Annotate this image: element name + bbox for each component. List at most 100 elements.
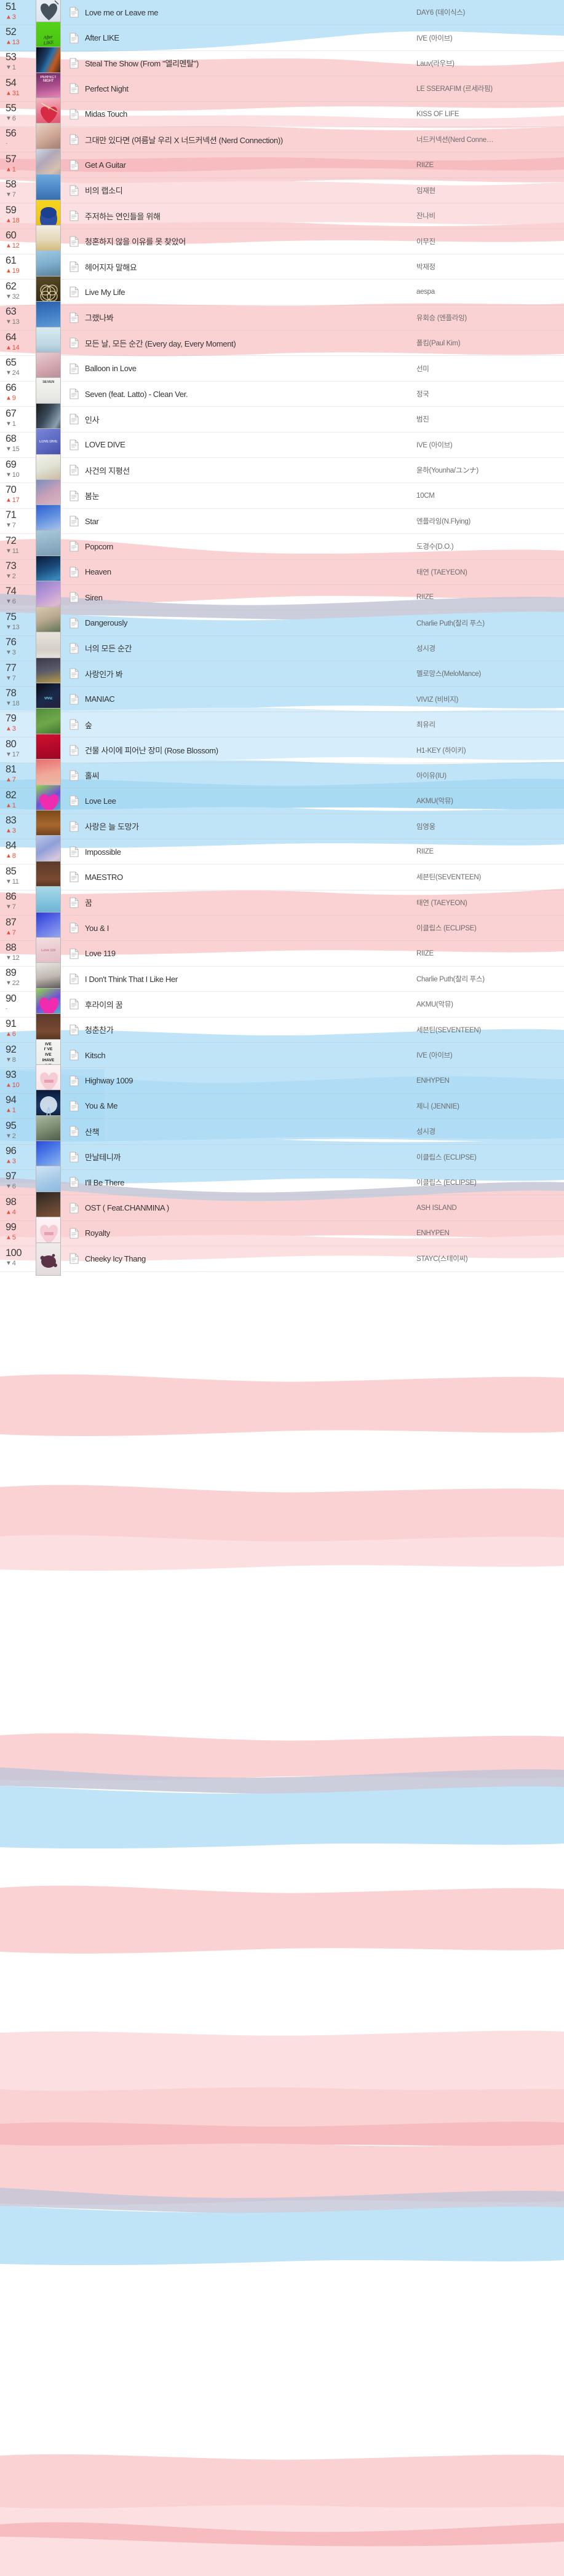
song-info-icon-cell[interactable]: [63, 694, 85, 705]
artist-name[interactable]: 박재정: [416, 262, 564, 272]
table-row[interactable]: 70 ▲17 봄눈 10CM: [0, 479, 564, 512]
artist-name[interactable]: 태연 (TAEYEON): [416, 898, 564, 908]
song-title[interactable]: MANIAC: [85, 694, 416, 704]
artist-name[interactable]: 이클립스 (ECLIPSE): [416, 1152, 564, 1162]
song-title[interactable]: Live My Life: [85, 288, 416, 297]
table-row[interactable]: 76 ▼3 너의 모든 순간 성시경: [0, 632, 564, 666]
artist-name[interactable]: 선미: [416, 364, 564, 374]
song-title[interactable]: 비의 랩소디: [85, 184, 416, 196]
song-info-icon-cell[interactable]: [63, 1075, 85, 1086]
table-row[interactable]: 80 ▼17 건물 사이에 피어난 장미 (Rose Blossom) H1-KEY …: [0, 733, 564, 767]
table-row[interactable]: 91 ▲6 청춘찬가 세븐틴(SEVENTEEN): [0, 1013, 564, 1047]
table-row[interactable]: 53▼1ELEMENTALSteal The Show (From "엘리멘탈"…: [0, 47, 564, 80]
song-title[interactable]: Popcorn: [85, 542, 416, 551]
artist-name[interactable]: ENHYPEN: [416, 1230, 564, 1237]
artist-name[interactable]: 범진: [416, 414, 564, 424]
artist-name[interactable]: ASH ISLAND: [416, 1204, 564, 1212]
table-row[interactable]: 95 ▼2 산책 성시경: [0, 1115, 564, 1149]
table-row[interactable]: 67 ▼1 인사 범진: [0, 402, 564, 436]
song-info-icon-cell[interactable]: [63, 490, 85, 501]
song-title[interactable]: Steal The Show (From "엘리멘탈"): [85, 57, 416, 69]
song-info-icon-cell[interactable]: [63, 1101, 85, 1112]
artist-name[interactable]: 너드커넥션(Nerd Conne…: [416, 135, 564, 144]
song-title[interactable]: 사랑인가 봐: [85, 668, 416, 680]
song-title[interactable]: 숲: [85, 719, 416, 731]
table-row[interactable]: 60 ▲12 청혼하지 않을 이유를 못 찾았어 이무진: [0, 225, 564, 259]
table-row[interactable]: 69 ▼10 사건의 지평선 윤하(Younha/ユンナ): [0, 454, 564, 487]
artist-name[interactable]: IVE (아이브): [416, 33, 564, 43]
table-row[interactable]: 97 ▼6 I'll Be There 이클립스 (ECLIPSE): [0, 1166, 564, 1200]
song-title[interactable]: 사건의 지평선: [85, 465, 416, 476]
table-row[interactable]: 57 ▲1 Get A Guitar RIIZE: [0, 148, 564, 182]
song-info-icon-cell[interactable]: [63, 7, 85, 18]
artist-name[interactable]: RIIZE: [416, 162, 564, 169]
song-title[interactable]: Balloon in Love: [85, 364, 416, 373]
song-info-icon-cell[interactable]: [63, 83, 85, 94]
table-row[interactable]: 51▲3DAY6Love me or Leave meDAY6 (데이식스): [0, 0, 564, 29]
song-title[interactable]: I'll Be There: [85, 1178, 416, 1187]
artist-name[interactable]: 최유리: [416, 720, 564, 729]
table-row[interactable]: 93 ▲10 Highway 1009 ENHYPEN: [0, 1064, 564, 1098]
table-row[interactable]: 58 ▼7 비의 랩소디 임재현: [0, 174, 564, 208]
artist-name[interactable]: RIIZE: [416, 594, 564, 601]
song-title[interactable]: Heaven: [85, 567, 416, 576]
song-title[interactable]: 모든 날, 모든 순간 (Every day, Every Moment): [85, 337, 416, 349]
song-info-icon-cell[interactable]: [63, 567, 85, 578]
song-info-icon-cell[interactable]: [63, 770, 85, 781]
table-row[interactable]: 86 ▼7 꿈 태연 (TAEYEON): [0, 886, 564, 920]
song-info-icon-cell[interactable]: [63, 337, 85, 348]
song-info-icon-cell[interactable]: [63, 795, 85, 806]
song-info-icon-cell[interactable]: [63, 236, 85, 247]
artist-name[interactable]: 엔플라잉(N.Flying): [416, 516, 564, 526]
artist-name[interactable]: RIIZE: [416, 950, 564, 957]
song-info-icon-cell[interactable]: [63, 286, 85, 298]
artist-name[interactable]: DAY6 (데이식스): [416, 7, 564, 17]
artist-name[interactable]: VIVIZ (비비지): [416, 694, 564, 704]
table-row[interactable]: 89 ▼22 I Don't Think That I Like Her Charli…: [0, 962, 564, 996]
artist-name[interactable]: 이클립스 (ECLIPSE): [416, 923, 564, 933]
song-title[interactable]: Highway 1009: [85, 1076, 416, 1085]
artist-name[interactable]: ENHYPEN: [416, 1077, 564, 1085]
song-info-icon-cell[interactable]: [63, 134, 85, 145]
song-info-icon-cell[interactable]: [63, 185, 85, 196]
song-info-icon-cell[interactable]: [63, 58, 85, 69]
artist-name[interactable]: LE SSERAFIM (르세라핌): [416, 84, 564, 93]
album-art-cell[interactable]: [36, 1242, 63, 1276]
table-row[interactable]: 100 ▼4 Cheeky Icy Thang STAYC(스테이씨): [0, 1242, 564, 1276]
artist-name[interactable]: 잔나비: [416, 211, 564, 221]
song-title[interactable]: Impossible: [85, 847, 416, 857]
table-row[interactable]: 65 ▼24 Balloon in Love 선미: [0, 351, 564, 385]
song-title[interactable]: 봄눈: [85, 490, 416, 501]
song-title[interactable]: 산책: [85, 1126, 416, 1137]
song-title[interactable]: Star: [85, 517, 416, 526]
song-info-icon-cell[interactable]: [63, 261, 85, 272]
song-info-icon-cell[interactable]: [63, 1228, 85, 1239]
song-title[interactable]: Love Lee: [85, 796, 416, 806]
artist-name[interactable]: aespa: [416, 288, 564, 296]
song-title[interactable]: Midas Touch: [85, 109, 416, 119]
song-info-icon-cell[interactable]: [63, 1126, 85, 1137]
artist-name[interactable]: 성시경: [416, 1126, 564, 1136]
song-title[interactable]: 홀씨: [85, 769, 416, 781]
artist-name[interactable]: Charlie Puth(찰리 푸스): [416, 618, 564, 628]
song-title[interactable]: 청혼하지 않을 이유를 못 찾았어: [85, 235, 416, 247]
song-info-icon-cell[interactable]: [63, 821, 85, 832]
table-row[interactable]: 71 ▼7 Star 엔플라잉(N.Flying): [0, 505, 564, 538]
artist-name[interactable]: 세븐틴(SEVENTEEN): [416, 1025, 564, 1035]
song-info-icon-cell[interactable]: [63, 973, 85, 984]
table-row[interactable]: 81 ▲7 홀씨 아이유(IU): [0, 759, 564, 793]
table-row[interactable]: 74 ▼6 Siren RIIZE: [0, 581, 564, 615]
table-row[interactable]: 84 ▲8 Impossible RIIZE: [0, 835, 564, 869]
song-info-icon-cell[interactable]: [63, 1177, 85, 1188]
table-row[interactable]: 79 ▲3 숲 최유리: [0, 708, 564, 742]
artist-name[interactable]: IVE (아이브): [416, 440, 564, 450]
song-info-icon-cell[interactable]: [63, 592, 85, 603]
song-title[interactable]: I Don't Think That I Like Her: [85, 975, 416, 984]
artist-name[interactable]: 이무진: [416, 237, 564, 246]
table-row[interactable]: 82 ▲1 Love Lee AKMU(악뮤): [0, 784, 564, 818]
song-title[interactable]: Cheeky Icy Thang: [85, 1254, 416, 1263]
song-title[interactable]: 후라이의 꿈: [85, 999, 416, 1010]
artist-name[interactable]: Lauv(라우브): [416, 58, 564, 68]
song-info-icon-cell[interactable]: [63, 871, 85, 883]
song-title[interactable]: 인사: [85, 414, 416, 425]
